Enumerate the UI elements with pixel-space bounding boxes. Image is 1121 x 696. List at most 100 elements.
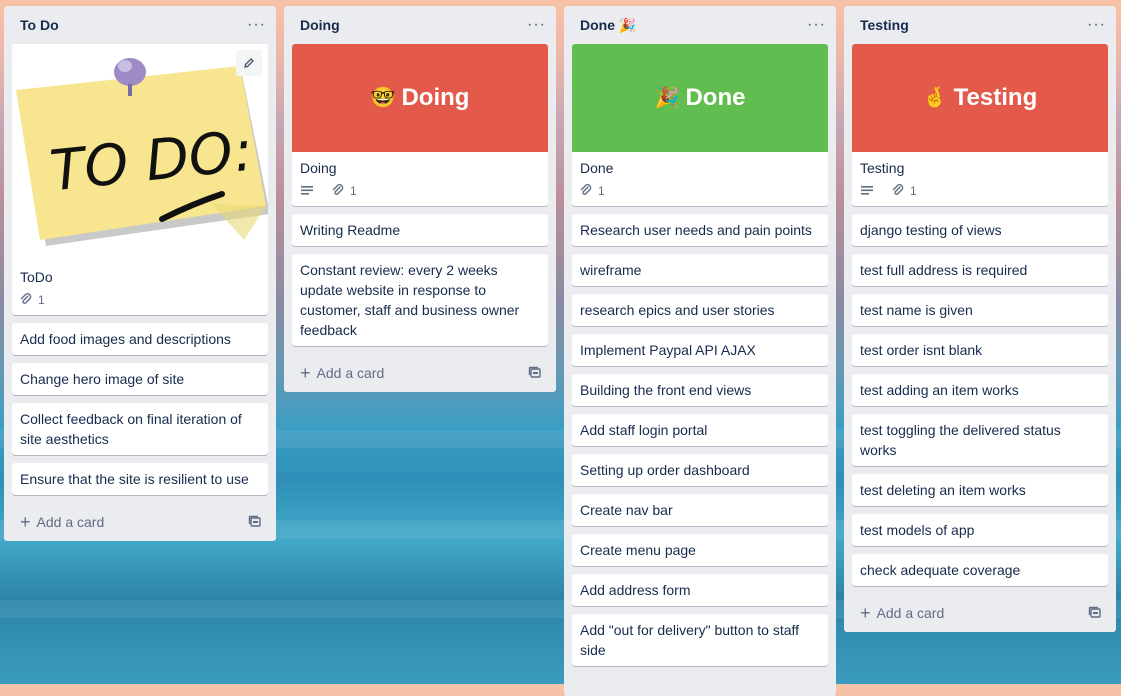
description-lines-icon bbox=[861, 186, 873, 195]
cover-title: Doing bbox=[401, 84, 470, 111]
card[interactable]: test models of app bbox=[852, 514, 1108, 546]
party-popper-icon: 🎉 bbox=[618, 16, 637, 33]
card-title: Add staff login portal bbox=[580, 422, 708, 438]
crossed-fingers-icon: 🤞 bbox=[922, 87, 948, 109]
card-title: Testing bbox=[860, 160, 905, 176]
ellipsis-icon[interactable]: ··· bbox=[247, 17, 266, 33]
add-card-button[interactable]: + Add a card bbox=[844, 594, 1116, 632]
cover-title: Testing bbox=[953, 84, 1038, 111]
card[interactable]: Constant review: every 2 weeks update we… bbox=[292, 254, 548, 346]
card-badges: 1 bbox=[292, 180, 548, 206]
list-title[interactable]: To Do bbox=[20, 17, 59, 33]
add-card-label: Add a card bbox=[876, 605, 945, 621]
card[interactable]: Building the front end views bbox=[572, 374, 828, 406]
card[interactable]: research epics and user stories bbox=[572, 294, 828, 326]
card-title: Change hero image of site bbox=[20, 371, 185, 387]
card-template-icon[interactable] bbox=[1088, 606, 1102, 620]
plus-icon: + bbox=[300, 363, 311, 383]
attachment-badge: 1 bbox=[580, 181, 605, 201]
attachment-count: 1 bbox=[38, 293, 45, 307]
card-title: Ensure that the site is resilient to use bbox=[20, 471, 249, 487]
cover-card[interactable]: 🎉 Done Done 1 bbox=[572, 44, 828, 206]
add-card-button[interactable]: + Add a card bbox=[284, 354, 556, 392]
attachment-count: 1 bbox=[350, 184, 357, 198]
card[interactable]: test full address is required bbox=[852, 254, 1108, 286]
card[interactable]: Ensure that the site is resilient to use bbox=[12, 463, 268, 495]
card-title: ToDo bbox=[20, 269, 53, 285]
card-title: django testing of views bbox=[860, 222, 1002, 238]
card-title: test toggling the delivered status works bbox=[860, 422, 1061, 458]
description-badge bbox=[300, 185, 320, 197]
card[interactable]: test name is given bbox=[852, 294, 1108, 326]
add-card-label: Add a card bbox=[316, 365, 385, 381]
card-title: Add address form bbox=[580, 582, 691, 598]
card-title: Create menu page bbox=[580, 542, 696, 558]
cover-card[interactable]: 🤓 Doing Doing 1 bbox=[292, 44, 548, 206]
card-title: Done bbox=[580, 160, 614, 176]
card[interactable]: Setting up order dashboard bbox=[572, 454, 828, 486]
card-badges: 1 bbox=[572, 180, 828, 206]
card[interactable]: test toggling the delivered status works bbox=[852, 414, 1108, 466]
card[interactable]: check adequate coverage bbox=[852, 554, 1108, 586]
list-header: Done 🎉 ··· bbox=[564, 6, 836, 44]
card-title: Add "out for delivery" button to staff s… bbox=[580, 622, 800, 658]
paperclip-icon bbox=[892, 184, 904, 195]
card[interactable]: Create nav bar bbox=[572, 494, 828, 526]
card-title: test full address is required bbox=[860, 262, 1028, 278]
list-title[interactable]: Done 🎉 bbox=[580, 17, 636, 34]
ellipsis-icon[interactable]: ··· bbox=[527, 17, 546, 33]
paperclip-icon bbox=[20, 293, 32, 304]
card-template-icon[interactable] bbox=[528, 366, 542, 380]
plus-icon: + bbox=[860, 603, 871, 623]
attachment-count: 1 bbox=[598, 184, 605, 198]
card[interactable]: Add food images and descriptions bbox=[12, 323, 268, 355]
list-header: Doing ··· bbox=[284, 6, 556, 44]
card-title: test deleting an item works bbox=[860, 482, 1026, 498]
image-card[interactable]: TO DO: ToDo 1 bbox=[12, 44, 268, 315]
nerd-face-icon: 🤓 bbox=[370, 87, 396, 109]
card[interactable]: Collect feedback on final iteration of s… bbox=[12, 403, 268, 455]
card[interactable]: Add address form bbox=[572, 574, 828, 606]
card-template-icon[interactable] bbox=[248, 515, 262, 529]
description-badge bbox=[860, 185, 880, 197]
cover-card[interactable]: 🤞 Testing Testing 1 bbox=[852, 44, 1108, 206]
card[interactable]: test adding an item works bbox=[852, 374, 1108, 406]
list-title[interactable]: Doing bbox=[300, 17, 340, 33]
card-badges: 1 bbox=[12, 289, 268, 315]
attachment-badge: 1 bbox=[892, 181, 917, 201]
card[interactable]: Change hero image of site bbox=[12, 363, 268, 395]
card-title: research epics and user stories bbox=[580, 302, 775, 318]
card-title: Building the front end views bbox=[580, 382, 752, 398]
board-canvas: To Do ··· TO DO: ToDo 1 Add food images … bbox=[0, 0, 1121, 696]
card-title: test name is given bbox=[860, 302, 973, 318]
card[interactable]: Implement Paypal API AJAX bbox=[572, 334, 828, 366]
card[interactable]: test deleting an item works bbox=[852, 474, 1108, 506]
list-title[interactable]: Testing bbox=[860, 17, 909, 33]
add-card-button[interactable]: + Add a card bbox=[4, 503, 276, 541]
card-title: Setting up order dashboard bbox=[580, 462, 750, 478]
party-popper-icon: 🎉 bbox=[654, 87, 680, 109]
card[interactable]: test order isnt blank bbox=[852, 334, 1108, 366]
card[interactable]: Add "out for delivery" button to staff s… bbox=[572, 614, 828, 666]
card[interactable]: Research user needs and pain points bbox=[572, 214, 828, 246]
card-badges: 1 bbox=[852, 180, 1108, 206]
pencil-icon[interactable] bbox=[236, 50, 262, 76]
card-cover: 🎉 Done bbox=[572, 44, 828, 152]
card-title: test adding an item works bbox=[860, 382, 1019, 398]
card-title: Constant review: every 2 weeks update we… bbox=[300, 262, 520, 338]
card[interactable]: Writing Readme bbox=[292, 214, 548, 246]
card-title: Research user needs and pain points bbox=[580, 222, 812, 238]
card-title: Implement Paypal API AJAX bbox=[580, 342, 756, 358]
card[interactable]: Add staff login portal bbox=[572, 414, 828, 446]
card[interactable]: Create menu page bbox=[572, 534, 828, 566]
paperclip-icon bbox=[332, 184, 344, 195]
card[interactable]: django testing of views bbox=[852, 214, 1108, 246]
list-doing: Doing ··· 🤓 Doing Doing 1 Writing Readme… bbox=[284, 6, 556, 392]
card-title: wireframe bbox=[580, 262, 642, 278]
list-header: To Do ··· bbox=[4, 6, 276, 44]
list-todo: To Do ··· TO DO: ToDo 1 Add food images … bbox=[4, 6, 276, 541]
ellipsis-icon[interactable]: ··· bbox=[1087, 17, 1106, 33]
ellipsis-icon[interactable]: ··· bbox=[807, 17, 826, 33]
card[interactable]: wireframe bbox=[572, 254, 828, 286]
card-cover: 🤞 Testing bbox=[852, 44, 1108, 152]
